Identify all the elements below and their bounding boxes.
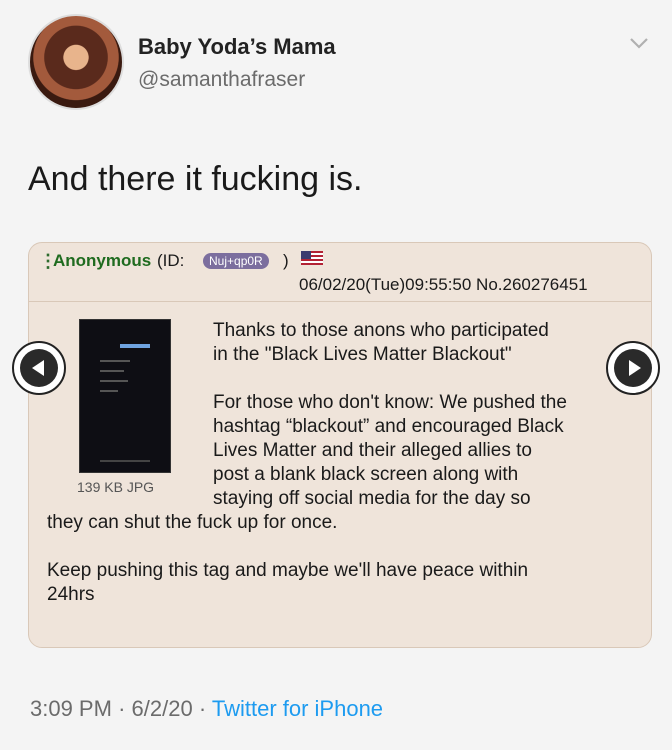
us-flag-icon <box>301 251 323 265</box>
tweet-meta: 3:09 PM · 6/2/20 · Twitter for iPhone <box>30 696 383 722</box>
post-text-line: hashtag “blackout” and encouraged Black <box>213 416 564 437</box>
post-text-line: Lives Matter and their alleged allies to <box>213 440 532 461</box>
avatar[interactable] <box>28 14 124 110</box>
post-id-label: (ID: <box>157 251 185 270</box>
post-id-badge: Nuj+qp0R <box>203 253 269 269</box>
tweet-header: Baby Yoda’s Mama @samanthafraser <box>28 14 658 114</box>
tweet-date[interactable]: 6/2/20 <box>132 696 193 721</box>
previous-image-button[interactable] <box>12 341 66 395</box>
tweet-source-link[interactable]: Twitter for iPhone <box>212 696 383 721</box>
user-handle[interactable]: @samanthafraser <box>138 68 305 92</box>
post-header: ⋮ Anonymous (ID: Nuj+qp0R ) 06/02/20(Tue… <box>29 243 651 302</box>
display-name[interactable]: Baby Yoda’s Mama <box>138 34 336 60</box>
post-text-line: in the "Black Lives Matter Blackout" <box>213 344 512 365</box>
chevron-down-icon[interactable] <box>626 30 652 56</box>
post-text-line: Keep pushing this tag and maybe we'll ha… <box>47 560 529 581</box>
post-text-line: 24hrs <box>47 584 95 605</box>
post-text-line: post a blank black screen along with <box>213 464 519 485</box>
tweet-text: And there it fucking is. <box>28 160 363 198</box>
post-text-line: staying off social media for the day so <box>213 488 531 509</box>
meta-separator: · <box>118 696 126 721</box>
post-body: Thanks to those anons who participated i… <box>47 319 637 631</box>
arrow-left-icon <box>20 349 58 387</box>
post-author: Anonymous <box>53 251 152 270</box>
embedded-post-image: ⋮ Anonymous (ID: Nuj+qp0R ) 06/02/20(Tue… <box>28 242 652 648</box>
meta-separator: · <box>198 696 207 721</box>
post-timestamp: 06/02/20(Tue)09:55:50 No.260276451 <box>299 275 588 294</box>
post-id-close: ) <box>283 251 289 270</box>
post-text-line: they can shut the fuck up for once. <box>47 512 338 533</box>
tweet-time[interactable]: 3:09 PM <box>30 696 112 721</box>
arrow-right-icon <box>614 349 652 387</box>
post-text-line: Thanks to those anons who participated <box>213 320 549 341</box>
next-image-button[interactable] <box>606 341 660 395</box>
post-text-line: For those who don't know: We pushed the <box>213 392 567 413</box>
